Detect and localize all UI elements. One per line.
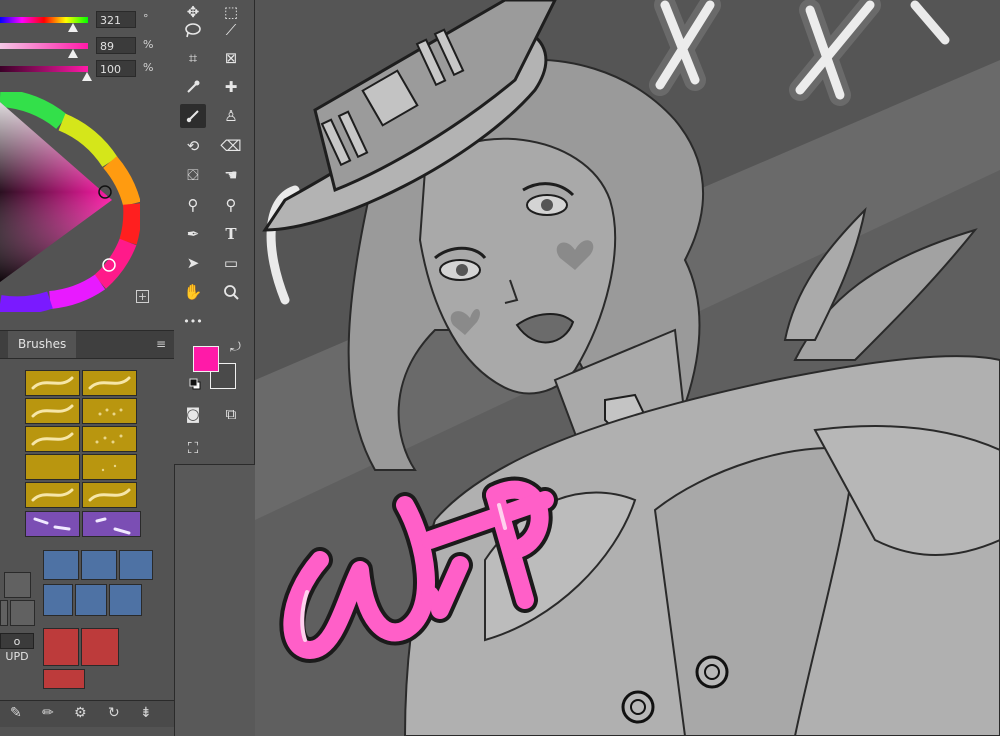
brush-preset[interactable] (109, 584, 142, 616)
more-tools-button[interactable]: ••• (180, 310, 206, 334)
saturation-slider-thumb[interactable] (68, 49, 78, 58)
lasso-tool-icon[interactable] (180, 18, 206, 42)
stamp-tool-icon[interactable]: ♙ (218, 104, 244, 128)
hue-slider-thumb[interactable] (68, 23, 78, 32)
saturation-unit-label: % (143, 38, 154, 51)
paint-bucket-icon[interactable]: ⛋ (180, 163, 206, 187)
brush-edit-icon[interactable]: ✏ (42, 705, 54, 721)
foreground-color-swatch[interactable] (193, 346, 219, 372)
brush-preset[interactable] (4, 572, 31, 598)
type-tool-icon[interactable]: T (218, 222, 244, 246)
zoom-lens-icon[interactable]: ⚲ (218, 193, 244, 217)
frame-tool-icon[interactable]: ⊠ (218, 46, 244, 70)
zoom-tool-icon[interactable] (218, 280, 244, 304)
brush-preset[interactable] (43, 669, 85, 689)
screen-mode-icon[interactable]: ⧉ (218, 402, 244, 426)
hue-slider-row: 321 ° (0, 11, 174, 32)
brushes-panel-header: Brushes ≡ (0, 330, 174, 359)
brushes-footer-bar: ✎ ✏ ⚙ ↻ ⇟ (0, 700, 174, 727)
reset-icon[interactable]: ↻ (108, 705, 120, 721)
brightness-value-field[interactable]: 100 (96, 60, 136, 77)
canvas-edge (174, 465, 255, 736)
brush-preset[interactable] (75, 584, 107, 616)
brush-settings-icon[interactable]: ✎ (10, 705, 22, 721)
brightness-slider-track[interactable] (0, 66, 88, 72)
brush-preset[interactable] (81, 550, 117, 580)
quick-mask-icon[interactable]: ◙ (180, 402, 206, 426)
brightness-slider-thumb[interactable] (82, 72, 92, 81)
plus-square-icon[interactable]: + (136, 290, 149, 303)
brush-preset[interactable] (10, 600, 35, 626)
saturation-slider-row: 89 % (0, 37, 174, 58)
brush-preset[interactable] (81, 628, 119, 666)
brightness-slider-row: 100 % (0, 60, 174, 81)
hue-unit-label: ° (143, 12, 149, 25)
tools-panel: ✥ ⬚ ⟋ ⌗ ⊠ ✚ ♙ ⟲ ⌫ ⛋ ☚ ⚲ ⚲ ✒ T ➤ ▭ ✋ ••• … (174, 0, 255, 465)
gear-icon[interactable]: ⚙ (74, 705, 87, 721)
eyedropper-icon[interactable] (180, 75, 206, 99)
brush-preset[interactable] (119, 550, 153, 580)
brush-preset[interactable] (43, 584, 73, 616)
brush-group-label[interactable]: o UPD (0, 633, 34, 663)
magic-wand-icon[interactable]: ⟋ (218, 18, 244, 42)
hamburger-menu-icon[interactable]: ≡ (156, 337, 166, 351)
brush-preset[interactable] (43, 550, 79, 580)
default-colors-icon[interactable] (189, 378, 201, 390)
pen-tool-icon[interactable]: ✒ (180, 222, 206, 246)
hue-value-field[interactable]: 321 (96, 11, 136, 28)
brush-preset[interactable] (43, 628, 79, 666)
eraser-icon[interactable]: ⌫ (218, 134, 244, 158)
path-selection-icon[interactable]: ➤ (180, 251, 206, 275)
dodge-tool-icon[interactable]: ⚲ (180, 193, 206, 217)
download-icon[interactable]: ⇟ (140, 705, 152, 721)
tab-brushes[interactable]: Brushes (8, 331, 77, 358)
hand-tool-icon[interactable]: ✋ (180, 280, 206, 304)
saturation-value-field[interactable]: 89 (96, 37, 136, 54)
artwork-canvas[interactable] (255, 0, 1000, 736)
brush-stroke-previews (33, 517, 131, 535)
content-credentials-icon[interactable]: ⛶ (180, 436, 206, 460)
history-brush-icon[interactable]: ⟲ (180, 134, 206, 158)
rectangle-tool-icon[interactable]: ▭ (218, 251, 244, 275)
brightness-unit-label: % (143, 61, 154, 74)
healing-brush-icon[interactable]: ✚ (218, 75, 244, 99)
brush-tool-icon[interactable] (180, 104, 206, 128)
crop-tool-icon[interactable]: ⌗ (180, 46, 206, 70)
brush-preset[interactable] (0, 600, 8, 626)
brush-stroke-previews (31, 376, 131, 502)
color-brushes-panel: 321 ° 89 % 100 % + Brushes ≡ o UPD ✎ ✏ ⚙… (0, 0, 175, 736)
color-wheel[interactable] (0, 92, 140, 312)
smudge-tool-icon[interactable]: ☚ (218, 163, 244, 187)
swap-colors-icon[interactable]: ⤾ (230, 340, 241, 355)
